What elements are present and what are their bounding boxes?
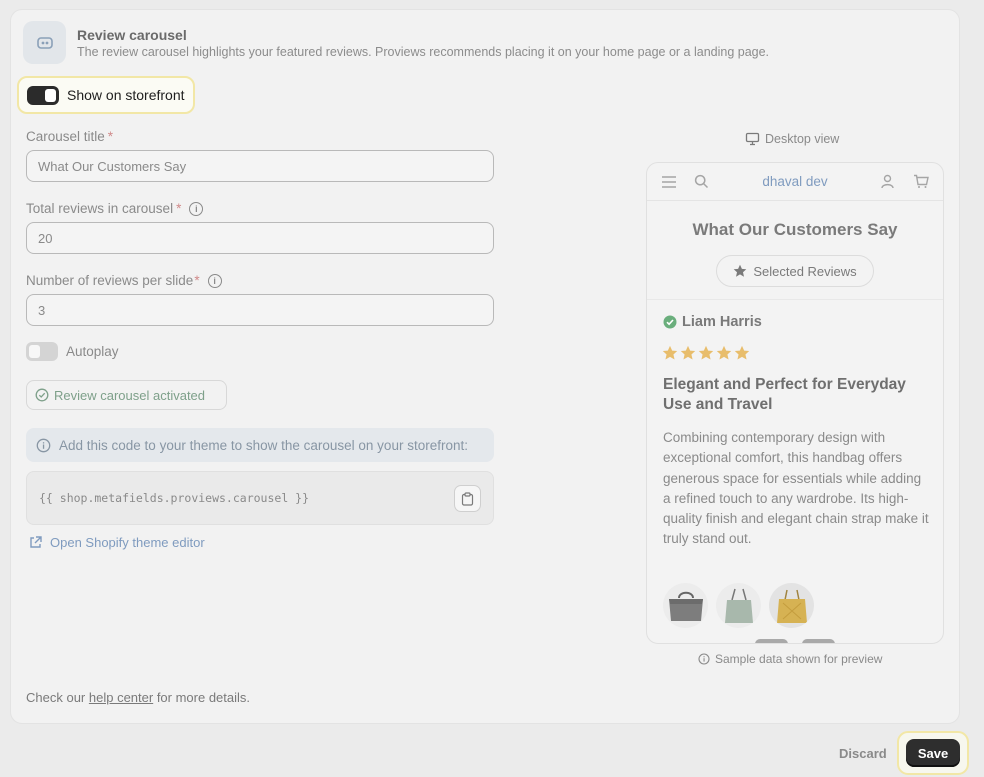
carousel-title-label: Carousel title * — [26, 129, 114, 144]
star-icon — [680, 345, 696, 360]
autoplay-switch[interactable] — [26, 342, 58, 361]
cart-icon — [914, 174, 929, 188]
save-button-focus-ring: Save — [897, 731, 969, 775]
show-on-storefront-toggle[interactable]: Show on storefront — [17, 76, 195, 114]
save-button[interactable]: Save — [906, 739, 960, 767]
review-body: Combining contemporary design with excep… — [663, 430, 929, 547]
selected-reviews-chip: Selected Reviews — [716, 255, 874, 287]
help-center-link[interactable]: help center — [89, 690, 153, 705]
preview-heading: What Our Customers Say — [692, 220, 898, 239]
reviews-per-slide-input[interactable]: 3 — [26, 294, 494, 326]
reviews-per-slide-label: Number of reviews per slide * i — [26, 273, 222, 288]
code-snippet-box: {{ shop.metafields.proviews.carousel }} — [26, 471, 494, 525]
preview-navbar: dhaval dev — [647, 163, 943, 201]
clipboard-icon — [461, 491, 474, 506]
review-author: Liam Harris — [663, 314, 762, 330]
bag-image — [776, 589, 807, 623]
total-reviews-label: Total reviews in carousel * i — [26, 201, 204, 216]
verified-icon — [663, 315, 677, 329]
section-title: Review carousel — [77, 27, 187, 43]
discard-button[interactable]: Discard — [839, 746, 887, 761]
review-rating — [662, 345, 750, 361]
help-text: Check our help center for more details. — [26, 690, 251, 705]
bag-image — [668, 591, 703, 621]
section-description: The review carousel highlights your feat… — [77, 45, 770, 59]
required-mark: * — [194, 273, 200, 288]
status-badge: Review carousel activated — [26, 380, 227, 410]
star-icon — [662, 345, 678, 360]
pagination-dot[interactable] — [802, 639, 835, 643]
required-mark: * — [176, 201, 182, 216]
user-icon — [881, 174, 894, 189]
review-photo[interactable] — [716, 583, 761, 628]
star-icon — [734, 345, 750, 360]
open-theme-editor-link[interactable]: Open Shopify theme editor — [28, 535, 205, 550]
autoplay-label: Autoplay — [66, 344, 119, 359]
review-photo[interactable] — [663, 583, 708, 628]
carousel-pagination — [755, 639, 835, 643]
check-circle-icon — [35, 388, 49, 402]
storefront-toggle-label: Show on storefront — [67, 87, 185, 103]
storefront-preview: dhaval dev What Our Customers Say Select… — [646, 162, 944, 644]
install-code-banner: Add this code to your theme to show the … — [26, 428, 494, 462]
autoplay-toggle[interactable]: Autoplay — [26, 342, 119, 361]
required-mark: * — [107, 129, 114, 144]
bag-image — [724, 588, 753, 623]
desktop-view-toggle[interactable]: Desktop view — [745, 132, 839, 146]
copy-button[interactable] — [454, 485, 481, 512]
carousel-title-input[interactable]: What Our Customers Say — [26, 150, 494, 182]
info-icon[interactable]: i — [207, 273, 222, 288]
carousel-icon — [23, 21, 66, 64]
star-icon — [698, 345, 714, 360]
pagination-dot[interactable] — [755, 639, 788, 643]
review-title: Elegant and Perfect for Everyday Use and… — [663, 376, 906, 413]
total-reviews-input[interactable]: 20 — [26, 222, 494, 254]
star-icon — [716, 345, 732, 360]
external-link-icon — [30, 536, 42, 548]
info-icon — [698, 653, 710, 665]
code-snippet[interactable]: {{ shop.metafields.proviews.carousel }} — [39, 491, 309, 505]
review-photo[interactable] — [769, 583, 814, 628]
sample-data-note: Sample data shown for preview — [698, 652, 882, 666]
preview-store-name: dhaval dev — [762, 174, 828, 189]
review-photos — [663, 583, 814, 628]
monitor-icon — [745, 132, 760, 146]
divider — [647, 299, 943, 300]
info-icon — [36, 438, 51, 452]
star-icon — [734, 264, 747, 277]
storefront-switch[interactable] — [27, 85, 59, 105]
info-icon[interactable]: i — [189, 201, 204, 216]
